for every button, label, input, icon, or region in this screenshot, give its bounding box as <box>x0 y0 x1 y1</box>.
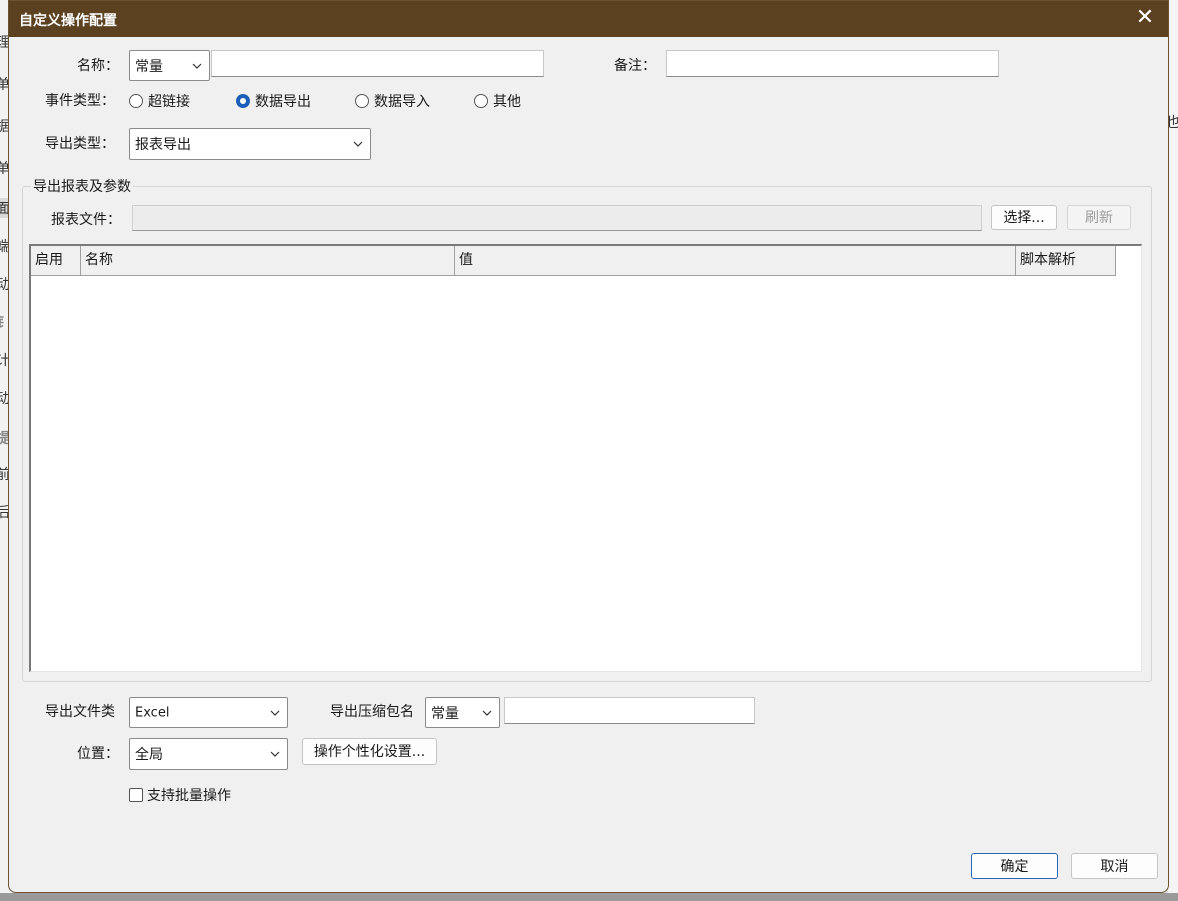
dialog-title: 自定义操作配置 <box>19 13 117 29</box>
radio-data-export[interactable]: 数据导出 <box>236 91 311 111</box>
export-file-type-value: Excel <box>135 705 170 720</box>
parameter-table[interactable]: 启用 名称 值 脚本解析 <box>29 244 1142 672</box>
name-input[interactable] <box>211 50 544 77</box>
remark-label: 备注： <box>614 58 656 74</box>
column-header-script[interactable]: 脚本解析 <box>1016 246 1116 276</box>
column-header-value[interactable]: 值 <box>455 246 1016 276</box>
close-icon[interactable]: ✕ <box>1134 7 1156 29</box>
radio-label: 超链接 <box>148 94 190 110</box>
export-type-select[interactable]: 报表导出 <box>129 128 371 160</box>
column-header-name[interactable]: 名称 <box>81 246 455 276</box>
export-file-type-select[interactable]: Excel <box>129 697 288 728</box>
custom-operation-dialog: 自定义操作配置 ✕ 名称： 常量 备注： 事件类型： 超链接 数据导出 数据导入… <box>8 0 1169 893</box>
ok-button[interactable]: 确定 <box>971 853 1058 879</box>
zip-name-type-value: 常量 <box>431 705 459 722</box>
report-file-input[interactable] <box>132 205 982 231</box>
chevron-down-icon <box>269 707 281 719</box>
event-type-label: 事件类型： <box>45 93 115 109</box>
location-label: 位置： <box>77 746 119 762</box>
location-select[interactable]: 全局 <box>129 738 288 770</box>
radio-circle <box>474 94 488 108</box>
zip-name-input[interactable] <box>504 697 755 724</box>
zip-name-label: 导出压缩包名 <box>330 704 414 720</box>
table-header: 启用 名称 值 脚本解析 <box>31 246 1116 276</box>
chevron-down-icon <box>191 60 203 72</box>
radio-label: 数据导入 <box>374 94 430 110</box>
personalize-settings-button[interactable]: 操作个性化设置... <box>302 738 437 765</box>
remark-input[interactable] <box>666 50 999 77</box>
batch-operation-checkbox[interactable]: 支持批量操作 <box>129 785 231 805</box>
name-type-select[interactable]: 常量 <box>129 50 210 81</box>
radio-other[interactable]: 其他 <box>474 91 521 111</box>
chevron-down-icon <box>481 707 493 719</box>
refresh-button[interactable]: 刷新 <box>1067 205 1131 230</box>
radio-hyperlink[interactable]: 超链接 <box>129 91 190 111</box>
export-file-type-label: 导出文件类 <box>45 704 115 720</box>
radio-data-import[interactable]: 数据导入 <box>355 91 430 111</box>
column-header-enabled[interactable]: 启用 <box>31 246 81 276</box>
radio-circle-selected <box>236 94 250 108</box>
background-app-right: 也 <box>1166 0 1178 901</box>
select-file-button[interactable]: 选择... <box>991 205 1057 230</box>
zip-name-type-select[interactable]: 常量 <box>425 697 500 728</box>
export-type-value: 报表导出 <box>135 137 191 153</box>
chevron-down-icon <box>352 138 364 150</box>
name-label: 名称： <box>77 58 119 74</box>
radio-label: 数据导出 <box>255 94 311 110</box>
group-title: 导出报表及参数 <box>31 176 133 196</box>
checkbox-box <box>129 788 143 802</box>
location-value: 全局 <box>135 747 163 763</box>
chevron-down-icon <box>269 748 281 760</box>
radio-circle <box>129 94 143 108</box>
radio-label: 其他 <box>493 94 521 110</box>
report-file-label: 报表文件： <box>51 212 121 228</box>
radio-circle <box>355 94 369 108</box>
dialog-titlebar[interactable]: 自定义操作配置 ✕ <box>9 1 1168 37</box>
name-type-value: 常量 <box>135 58 163 75</box>
batch-operation-label: 支持批量操作 <box>147 788 231 804</box>
export-type-label: 导出类型： <box>45 136 115 152</box>
background-app-bottom <box>0 893 1178 901</box>
cancel-button[interactable]: 取消 <box>1071 853 1158 879</box>
